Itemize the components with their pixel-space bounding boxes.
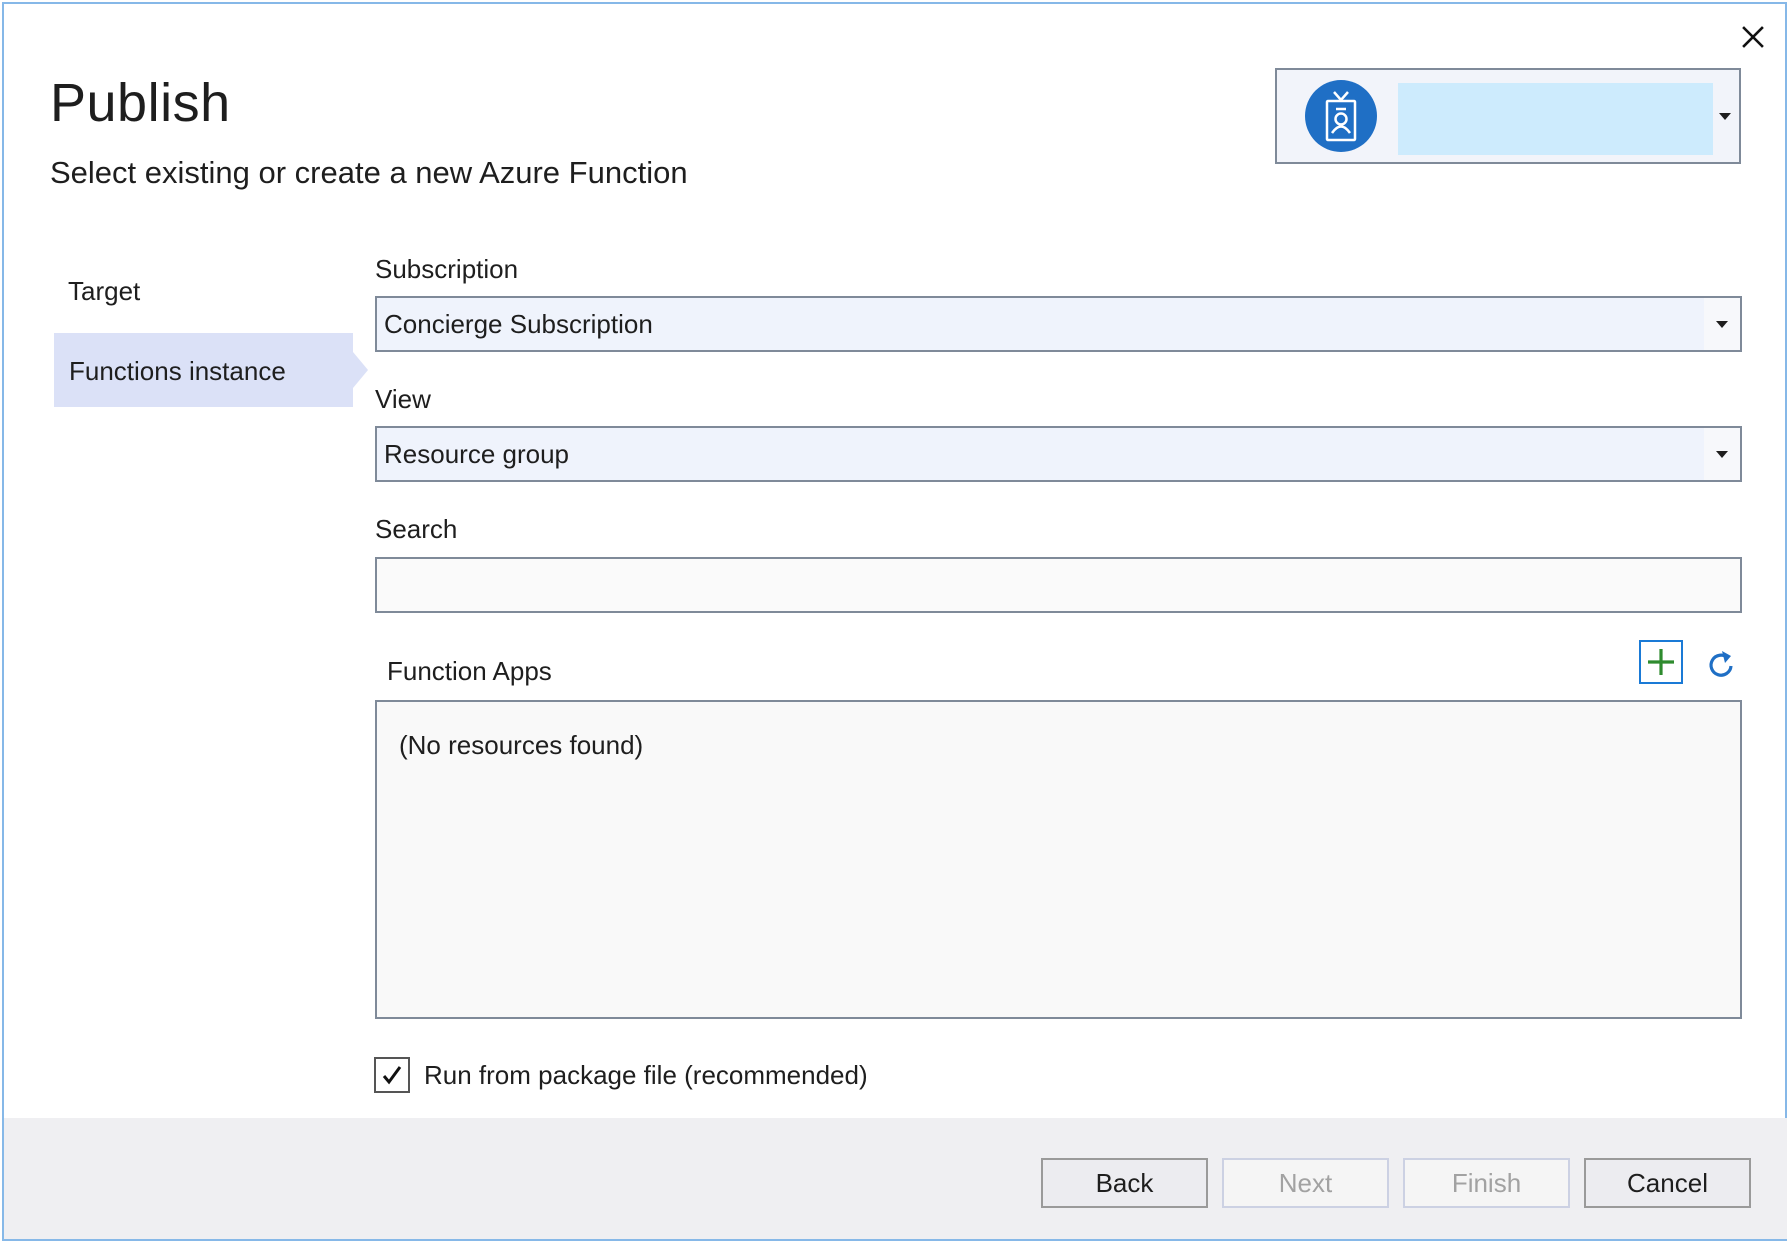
view-dropdown[interactable]: Resource group (375, 426, 1742, 482)
function-apps-list[interactable]: (No resources found) (375, 700, 1742, 1019)
view-value: Resource group (384, 439, 569, 469)
avatar (1305, 80, 1377, 152)
page-subtitle: Select existing or create a new Azure Fu… (50, 155, 688, 190)
run-from-package-checkbox[interactable] (374, 1057, 410, 1093)
id-badge-icon (1325, 91, 1357, 142)
subscription-dropdown[interactable]: Concierge Subscription (375, 296, 1742, 352)
chevron-down-icon (1716, 321, 1728, 328)
back-button[interactable]: Back (1041, 1158, 1208, 1208)
cancel-button[interactable]: Cancel (1584, 1158, 1751, 1208)
search-input[interactable] (377, 559, 1740, 611)
account-name-redacted (1398, 83, 1713, 155)
page-title: Publish (50, 73, 231, 133)
selected-indicator-arrow (353, 352, 368, 388)
finish-button[interactable]: Finish (1403, 1158, 1570, 1208)
close-button[interactable] (1736, 20, 1770, 54)
view-label: View (375, 384, 431, 414)
checkmark-icon (382, 1066, 402, 1085)
function-apps-label: Function Apps (387, 656, 552, 686)
next-button[interactable]: Next (1222, 1158, 1389, 1208)
search-label: Search (375, 514, 458, 544)
sidebar-item-target[interactable]: Target (68, 276, 140, 307)
refresh-button[interactable] (1702, 645, 1740, 683)
chevron-down-icon (1719, 113, 1731, 120)
run-from-package-label[interactable]: Run from package file (recommended) (424, 1060, 868, 1091)
subscription-value: Concierge Subscription (384, 309, 653, 339)
chevron-down-icon (1716, 451, 1728, 458)
sidebar-item-label: Functions instance (69, 356, 286, 386)
search-field[interactable] (375, 557, 1742, 613)
empty-list-message: (No resources found) (399, 730, 644, 760)
account-selector[interactable] (1275, 68, 1741, 164)
subscription-label: Subscription (375, 254, 519, 284)
sidebar-item-functions-instance[interactable]: Functions instance (54, 333, 353, 407)
add-icon (1648, 649, 1674, 675)
close-icon (1742, 26, 1764, 48)
add-function-app-button[interactable] (1639, 640, 1683, 684)
refresh-icon (1709, 651, 1733, 677)
